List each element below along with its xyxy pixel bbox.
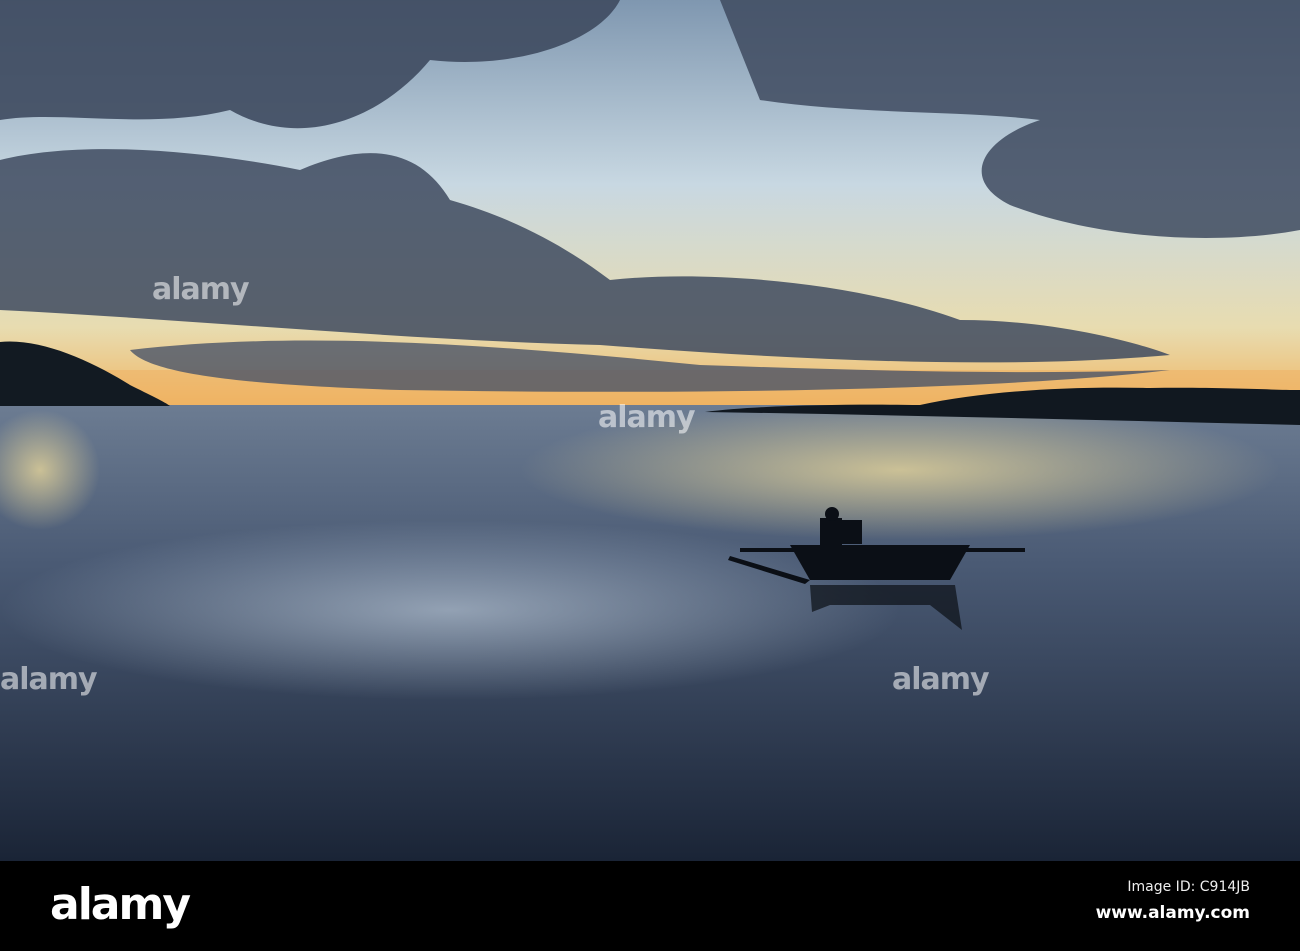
site-url: www.alamy.com	[1095, 903, 1250, 923]
watermark: alamy	[598, 400, 696, 435]
watermark: alamy	[152, 272, 250, 307]
footer-bar: alamy Image ID: C914JB www.alamy.com	[0, 861, 1300, 951]
image-id: Image ID: C914JB	[1127, 879, 1250, 895]
watermark: alamy	[892, 662, 990, 697]
watermark: alamy	[0, 662, 98, 697]
alamy-logo: alamy	[50, 879, 191, 930]
stock-photo-page: alamy alamy alamy alamy alamy Image ID: …	[0, 0, 1300, 951]
